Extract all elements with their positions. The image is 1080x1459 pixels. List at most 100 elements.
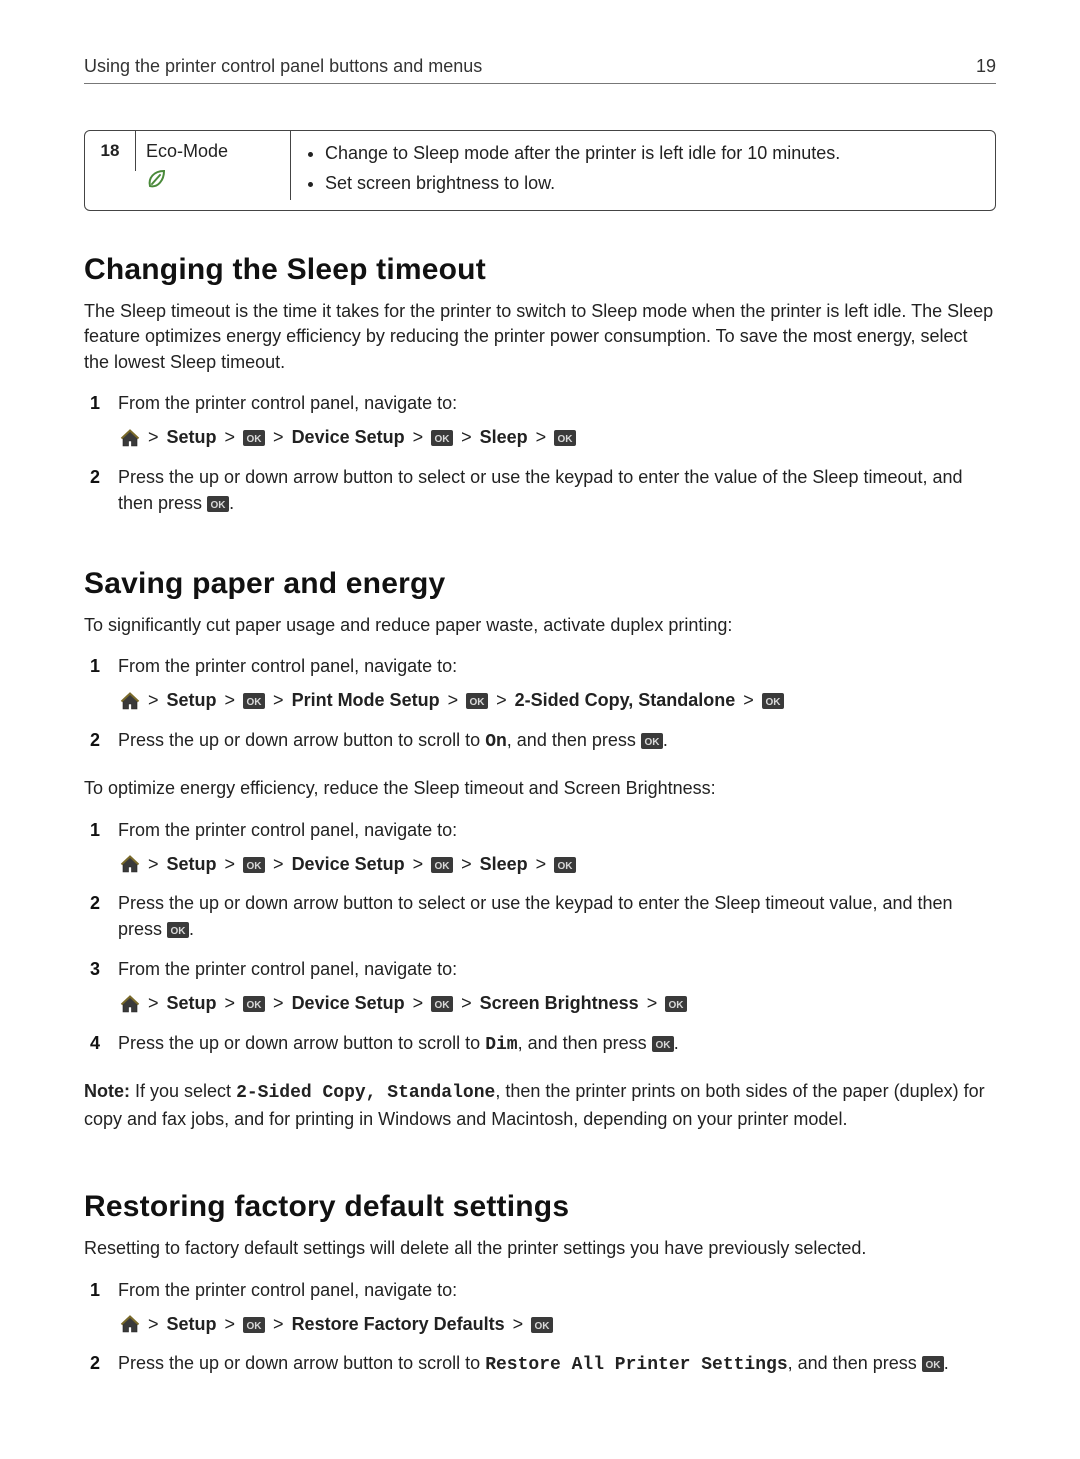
- eco-mode-icon: [146, 168, 168, 190]
- breadcrumb-separator: >: [225, 1312, 236, 1338]
- breadcrumb-separator: >: [461, 991, 472, 1017]
- step-text: Press the up or down arrow button to scr…: [118, 730, 485, 750]
- nav-segment: Device Setup: [292, 425, 405, 451]
- step-text: From the printer control panel, navigate…: [118, 959, 457, 979]
- feature-row-number: 18: [85, 131, 136, 171]
- step-text: , and then press: [507, 730, 641, 750]
- ok-button-icon: [243, 857, 265, 873]
- breadcrumb-separator: >: [225, 425, 236, 451]
- breadcrumb-separator: >: [513, 1312, 524, 1338]
- breadcrumb-separator: >: [273, 852, 284, 878]
- home-icon: [120, 855, 140, 874]
- step-text: From the printer control panel, navigate…: [118, 1280, 457, 1300]
- step-text: .: [663, 730, 668, 750]
- nav-path: > Setup > > Restore Factory Defaults >: [118, 1312, 996, 1338]
- feature-bullet: Set screen brightness to low.: [325, 171, 981, 195]
- ok-button-icon: [922, 1356, 944, 1372]
- nav-segment: Print Mode Setup: [292, 688, 440, 714]
- nav-path: > Setup > > Device Setup > > Sleep >: [118, 425, 996, 451]
- ok-button-icon: [243, 1317, 265, 1333]
- paragraph: To significantly cut paper usage and red…: [84, 613, 996, 639]
- step-item: Press the up or down arrow button to scr…: [84, 728, 996, 756]
- feature-row-description: Change to Sleep mode after the printer i…: [291, 131, 995, 210]
- step-text: , and then press: [788, 1353, 922, 1373]
- mono-text: Dim: [485, 1035, 517, 1055]
- breadcrumb-separator: >: [743, 688, 754, 714]
- breadcrumb-separator: >: [273, 991, 284, 1017]
- mono-text: On: [485, 732, 507, 752]
- feature-row-label: Eco-Mode: [146, 141, 278, 162]
- paragraph: Resetting to factory default settings wi…: [84, 1236, 996, 1262]
- nav-path: > Setup > > Device Setup > > Sleep >: [118, 852, 996, 878]
- step-text: Press the up or down arrow button to scr…: [118, 1033, 485, 1053]
- steps-list: From the printer control panel, navigate…: [84, 818, 996, 1059]
- step-text: .: [944, 1353, 949, 1373]
- step-text: Press the up or down arrow button to scr…: [118, 1353, 485, 1373]
- home-icon: [120, 1315, 140, 1334]
- nav-path: > Setup > > Print Mode Setup > > 2-Sided…: [118, 688, 996, 714]
- ok-button-icon: [431, 857, 453, 873]
- feature-row-label-cell: Eco-Mode: [136, 131, 291, 200]
- note: Note: If you select 2-Sided Copy, Standa…: [84, 1079, 996, 1132]
- nav-segment: Sleep: [480, 852, 528, 878]
- ok-button-icon: [762, 693, 784, 709]
- breadcrumb-separator: >: [413, 991, 424, 1017]
- step-text: Press the up or down arrow button to sel…: [118, 467, 963, 513]
- heading-changing-sleep-timeout: Changing the Sleep timeout: [84, 253, 996, 287]
- heading-restoring-defaults: Restoring factory default settings: [84, 1190, 996, 1224]
- breadcrumb-separator: >: [148, 688, 159, 714]
- ok-button-icon: [665, 996, 687, 1012]
- breadcrumb-separator: >: [448, 688, 459, 714]
- breadcrumb-separator: >: [536, 852, 547, 878]
- mono-text: Restore All Printer Settings: [485, 1355, 787, 1375]
- step-text: Press the up or down arrow button to sel…: [118, 893, 953, 939]
- breadcrumb-separator: >: [225, 688, 236, 714]
- breadcrumb-separator: >: [461, 852, 472, 878]
- steps-list: From the printer control panel, navigate…: [84, 391, 996, 517]
- breadcrumb-separator: >: [148, 1312, 159, 1338]
- nav-segment: Setup: [167, 1312, 217, 1338]
- ok-button-icon: [243, 430, 265, 446]
- ok-button-icon: [652, 1036, 674, 1052]
- breadcrumb-separator: >: [225, 991, 236, 1017]
- breadcrumb-separator: >: [536, 425, 547, 451]
- nav-segment: Setup: [167, 991, 217, 1017]
- mono-text: 2-Sided Copy, Standalone: [236, 1083, 495, 1103]
- ok-button-icon: [641, 733, 663, 749]
- breadcrumb-separator: >: [273, 688, 284, 714]
- ok-button-icon: [466, 693, 488, 709]
- ok-button-icon: [431, 996, 453, 1012]
- paragraph: To optimize energy efficiency, reduce th…: [84, 776, 996, 802]
- nav-segment: 2-Sided Copy, Standalone: [515, 688, 736, 714]
- breadcrumb-separator: >: [148, 425, 159, 451]
- ok-button-icon: [431, 430, 453, 446]
- note-label: Note:: [84, 1081, 130, 1101]
- step-item: From the printer control panel, navigate…: [84, 654, 996, 714]
- breadcrumb-separator: >: [647, 991, 658, 1017]
- running-head-title: Using the printer control panel buttons …: [84, 56, 482, 77]
- step-item: From the printer control panel, navigate…: [84, 818, 996, 878]
- nav-segment: Screen Brightness: [480, 991, 639, 1017]
- home-icon: [120, 995, 140, 1014]
- step-item: Press the up or down arrow button to scr…: [84, 1031, 996, 1059]
- step-item: From the printer control panel, navigate…: [84, 1278, 996, 1338]
- ok-button-icon: [554, 430, 576, 446]
- nav-segment: Sleep: [480, 425, 528, 451]
- step-text: .: [674, 1033, 679, 1053]
- breadcrumb-separator: >: [148, 852, 159, 878]
- nav-segment: Device Setup: [292, 852, 405, 878]
- step-item: Press the up or down arrow button to sel…: [84, 891, 996, 943]
- breadcrumb-separator: >: [496, 688, 507, 714]
- nav-segment: Device Setup: [292, 991, 405, 1017]
- step-item: From the printer control panel, navigate…: [84, 957, 996, 1017]
- step-item: Press the up or down arrow button to scr…: [84, 1351, 996, 1379]
- ok-button-icon: [167, 922, 189, 938]
- step-text: .: [189, 919, 194, 939]
- feature-bullet: Change to Sleep mode after the printer i…: [325, 141, 981, 165]
- nav-segment: Setup: [167, 688, 217, 714]
- page-number: 19: [976, 56, 996, 77]
- nav-segment: Setup: [167, 425, 217, 451]
- breadcrumb-separator: >: [273, 1312, 284, 1338]
- note-text: If you select: [130, 1081, 236, 1101]
- steps-list: From the printer control panel, navigate…: [84, 1278, 996, 1380]
